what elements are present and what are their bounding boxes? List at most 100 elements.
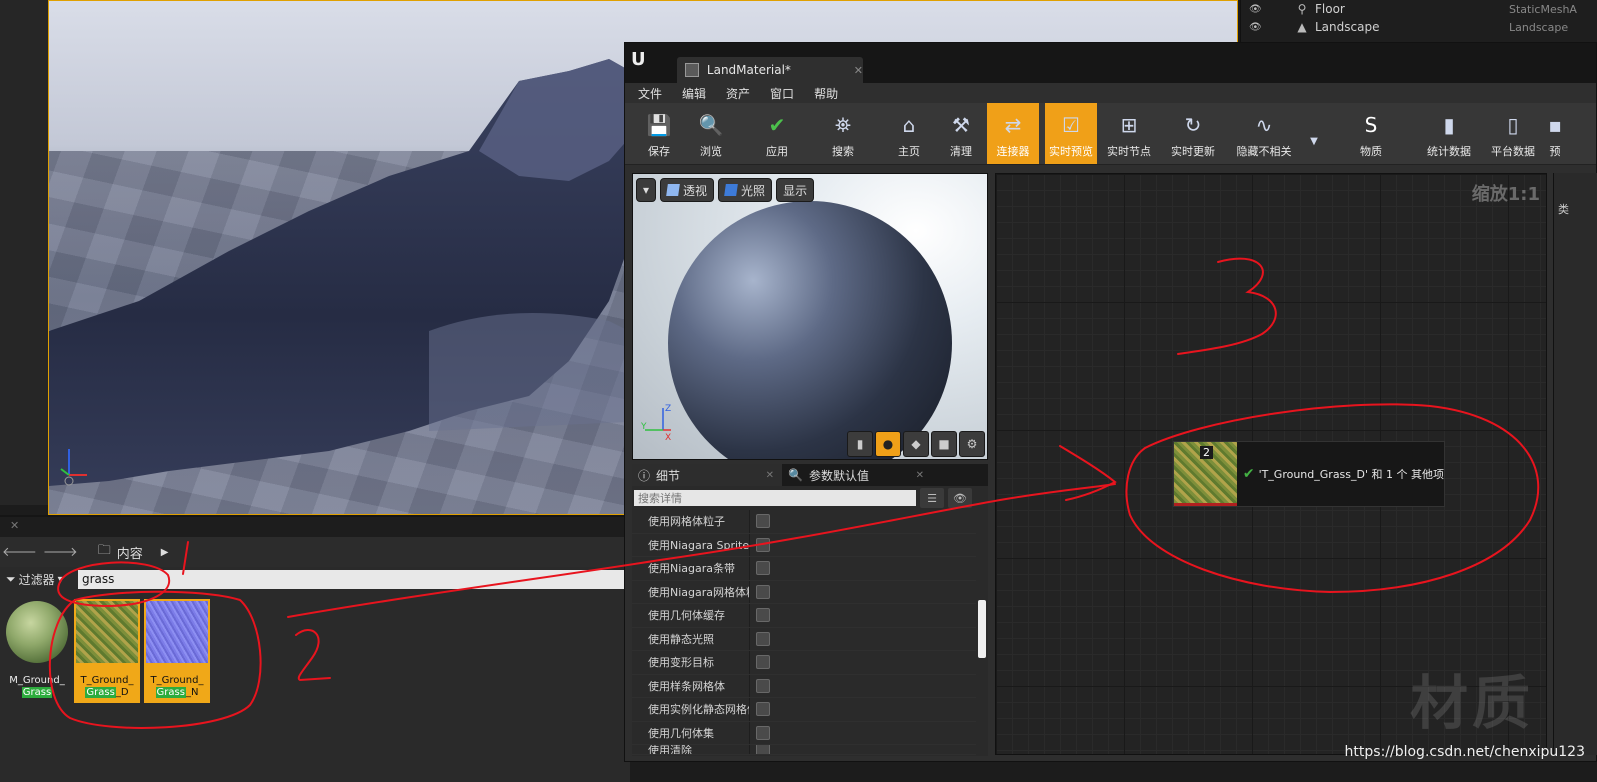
apply-button[interactable]: ✔ 应用 [751,103,803,164]
content-browser: ✕ 🡐 🡒 🗀 内容 ▶ ⏷ 过滤器 ▾ M_Ground_ Grass T_G… [0,515,630,782]
property-checkbox[interactable] [756,537,770,552]
asset-label: M_Ground_ Grass [9,675,65,698]
tab-details[interactable]: ⓘ 细节 ✕ [632,464,782,486]
property-list: 使用网格体粒子 使用Niagara Sprites 使用Niagara条带 使用… [632,510,976,755]
material-graph[interactable]: 缩放1:1 材质 2 ✔ 'T_Ground_Grass_D' 和 1 个 其他… [995,173,1547,755]
preview-toolbar-button[interactable]: ▪ 预 [1545,103,1565,164]
show-button[interactable]: 显示 [776,178,815,202]
property-checkbox[interactable] [756,561,770,576]
asset-tile[interactable]: M_Ground_ Grass [4,599,70,703]
property-checkbox[interactable] [756,702,770,717]
menu-bar: 文件 编辑 资产 窗口 帮助 [625,83,1596,103]
perspective-button[interactable]: 透视 [660,178,715,202]
list-view-icon[interactable]: ☰ [920,488,944,508]
toolbar-dropdown-button[interactable]: ▼ [1303,103,1325,164]
property-checkbox[interactable] [756,584,770,599]
tab-land-material[interactable]: LandMaterial* ✕ [677,57,863,83]
details-info-icon: ⓘ [638,468,651,483]
property-row: 使用清除 [632,745,976,755]
property-row: 使用静态光照 [632,627,976,651]
asset-tile[interactable]: T_Ground_ Grass_D [74,599,140,703]
tv-check-icon: ☑ [1062,113,1080,137]
menu-asset[interactable]: 资产 [726,85,750,102]
property-row: 使用实例化静态网格体 [632,698,976,722]
home-button[interactable]: ⌂ 主页 [883,103,935,164]
menu-edit[interactable]: 编辑 [682,85,706,102]
search-icon: 🔍 [788,468,803,482]
breadcrumb[interactable]: 内容 [117,543,143,562]
plane-shape-icon[interactable]: ◆ [903,431,929,457]
search-button[interactable]: ⛯ 搜索 [817,103,869,164]
connector-icon: ⇄ [1004,113,1022,137]
asset-tile[interactable]: T_Ground_ Grass_N [144,599,210,703]
property-checkbox[interactable] [756,514,770,529]
preview-sphere [668,201,952,459]
filter-funnel-icon: ⏷ [6,571,16,586]
forward-arrow-icon[interactable]: 🡒 [43,544,78,560]
menu-help[interactable]: 帮助 [814,85,838,102]
close-icon[interactable]: ✕ [766,470,774,481]
refresh-clock-icon: ↻ [1184,113,1202,137]
property-row: 使用Niagara网格体粒子 [632,580,976,604]
dragged-texture-thumbnail: 2 [1174,442,1237,506]
property-checkbox[interactable] [756,725,770,740]
teapot-shape-icon[interactable]: ⚙ [959,431,985,457]
back-arrow-icon[interactable]: 🡐 [2,544,37,560]
sphere-shape-icon[interactable]: ● [875,431,901,457]
actor-icon: ⚲ [1297,2,1307,16]
cube-shape-icon[interactable]: ■ [931,431,957,457]
preview-shape-buttons: ▮ ● ◆ ■ ⚙ [847,431,985,457]
asset-label: T_Ground_ Grass_D [80,675,134,698]
cylinder-shape-icon[interactable]: ▮ [847,431,873,457]
details-scrollbar[interactable] [978,600,986,658]
connector-button[interactable]: ⇄ 连接器 [987,103,1039,164]
tab-parameter-defaults[interactable]: 🔍 参数默认值 ✕ [782,464,932,486]
close-icon[interactable]: ✕ [854,64,863,77]
asset-grid: M_Ground_ Grass T_Ground_ Grass_D T_Grou… [4,599,210,703]
filter-button[interactable]: ⏷ 过滤器 ▾ [6,571,72,588]
property-row: 使用Niagara Sprites [632,533,976,557]
preview-options-dropdown[interactable]: ▾ [636,178,657,202]
stats-button[interactable]: ▮ 统计数据 [1417,103,1481,164]
outliner-row[interactable]: 👁 ▲ Landscape Landscape [1241,18,1597,36]
asset-label: T_Ground_ Grass_N [150,675,204,698]
visibility-eye-icon[interactable]: 👁 [1249,4,1265,15]
property-checkbox[interactable] [756,745,770,754]
breadcrumb-chevron-icon[interactable]: ▶ [161,547,169,558]
filter-label: 过滤器 [18,572,55,587]
substance-button[interactable]: S 物质 [1339,103,1403,164]
visibility-eye-icon[interactable]: 👁 [1249,22,1265,33]
live-update-button[interactable]: ↻ 实时更新 [1161,103,1225,164]
close-icon[interactable]: ✕ [916,470,924,481]
details-tabs: ⓘ 细节 ✕ 🔍 参数默认值 ✕ [632,464,988,486]
property-checkbox[interactable] [756,631,770,646]
live-nodes-button[interactable]: ⊞ 实时节点 [1097,103,1161,164]
save-button[interactable]: 💾 保存 [633,103,685,164]
broom-icon: ⚒ [952,113,970,137]
hide-unrelated-button[interactable]: ∿ 隐藏不相关 [1225,103,1303,164]
platform-stats-button[interactable]: ▯ 平台数据 [1481,103,1545,164]
folder-icon: 🗀 [97,543,111,558]
property-checkbox[interactable] [756,608,770,623]
asset-search-input[interactable] [78,569,626,589]
home-icon: ⌂ [902,113,916,137]
eye-icon[interactable]: 👁 [948,488,972,508]
property-row: 使用网格体粒子 [632,510,976,534]
menu-file[interactable]: 文件 [638,85,662,102]
outliner-row[interactable]: 👁 ⚲ Floor StaticMeshA [1241,0,1597,18]
chevron-down-icon: ▾ [643,183,650,197]
live-preview-button[interactable]: ☑ 实时预览 [1045,103,1097,164]
menu-window[interactable]: 窗口 [770,85,794,102]
checkmark-icon: ✔ [768,113,786,137]
chevron-down-icon: ▾ [57,572,64,586]
details-search-input[interactable] [634,490,916,506]
material-sphere-thumbnail [6,601,68,663]
property-checkbox[interactable] [756,678,770,693]
material-preview-viewport[interactable]: ▾ 透视 光照 显示 Z X Y ▮ ● ◆ ■ ⚙ [632,173,988,460]
property-row: 使用变形目标 [632,651,976,675]
property-checkbox[interactable] [756,655,770,670]
close-icon[interactable]: ✕ [10,519,19,532]
lit-button[interactable]: 光照 [718,178,773,202]
clean-button[interactable]: ⚒ 清理 [935,103,987,164]
browse-button[interactable]: 🔍 浏览 [685,103,737,164]
